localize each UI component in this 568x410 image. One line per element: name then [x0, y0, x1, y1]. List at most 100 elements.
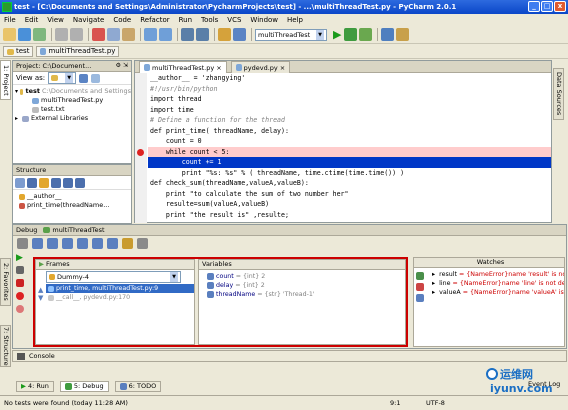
settings-icon[interactable]	[137, 237, 148, 249]
evaluate-icon[interactable]	[122, 237, 133, 249]
open-icon[interactable]	[3, 28, 16, 41]
expand-arrow-icon[interactable]: ▾	[15, 87, 18, 96]
settings-icon[interactable]	[218, 28, 231, 41]
menu-item-view[interactable]: View	[47, 14, 64, 26]
breadcrumb-file[interactable]: multiThreadTest.py	[36, 46, 120, 57]
editor-tab[interactable]: pydevd.py ×	[230, 61, 291, 74]
view-breakpoints-icon[interactable]	[16, 292, 28, 305]
expand-arrow-icon[interactable]: ▸	[432, 288, 435, 297]
group-icon[interactable]	[27, 177, 37, 188]
variable-item[interactable]: delay = {int} 2	[205, 281, 405, 290]
undo-icon[interactable]	[55, 28, 68, 41]
watch-item[interactable]: ▸ line = {NameError}name 'line' is not def	[430, 279, 564, 288]
autoscroll-icon[interactable]	[79, 73, 89, 83]
force-step-into-icon[interactable]	[77, 237, 88, 249]
tree-item[interactable]: test.txt	[15, 105, 131, 114]
expand-arrow-icon[interactable]: ▸	[432, 279, 435, 288]
menu-item-run[interactable]: Run	[179, 14, 192, 26]
code-line[interactable]: count = 0	[148, 136, 551, 147]
code-line[interactable]: resulte=sum(valueA,valueB)	[148, 199, 551, 210]
step-over-icon[interactable]	[47, 237, 58, 249]
copy-icon[interactable]	[107, 28, 120, 41]
back-icon[interactable]	[181, 28, 194, 41]
run-icon[interactable]: ▶	[333, 28, 341, 41]
header-controls[interactable]: ⚙ ⇲	[116, 61, 128, 71]
menu-item-window[interactable]: Window	[250, 14, 278, 26]
tab-structure[interactable]: 7: Structure	[0, 325, 11, 367]
vcs-icon[interactable]	[381, 28, 395, 41]
run-config-select[interactable]: multiThreadTest ▼	[255, 28, 327, 41]
code-line[interactable]: count += 1	[148, 157, 551, 168]
tree-item[interactable]: multiThreadTest.py	[15, 96, 131, 105]
code-line[interactable]: def check_sum(threadName,valueA,valueB):	[148, 178, 551, 189]
tab-debug[interactable]: 5: Debug	[59, 380, 109, 392]
code-line[interactable]: import thread	[148, 94, 551, 105]
structure-item[interactable]: __author__	[19, 192, 131, 201]
step-into-icon[interactable]	[62, 237, 73, 249]
remove-watch-icon[interactable]	[416, 283, 426, 294]
close-icon[interactable]: ×	[280, 62, 285, 74]
tab-project[interactable]: 1: Project	[0, 60, 11, 100]
variable-item[interactable]: count = {int} 2	[205, 272, 405, 281]
mute-breakpoints-icon[interactable]	[16, 305, 28, 318]
editor-tab[interactable]: multiThreadTest.py ×	[139, 61, 227, 73]
code-line[interactable]: print "%s: %s" % ( threadName, time.ctim…	[148, 168, 551, 179]
console-bar[interactable]: Console	[12, 350, 567, 362]
paste-icon[interactable]	[122, 28, 135, 41]
stop-icon[interactable]	[16, 279, 28, 292]
tab-todo[interactable]: 6: TODO	[114, 380, 162, 392]
find-icon[interactable]	[144, 28, 157, 41]
maximize-button[interactable]: □	[541, 1, 553, 12]
run-to-cursor-icon[interactable]	[107, 237, 118, 249]
thread-select[interactable]: Dummy-4 ▼	[46, 271, 181, 283]
debug-icon[interactable]	[344, 28, 358, 41]
code-line[interactable]: __author__ = 'zhangying'	[148, 73, 551, 84]
code-line[interactable]: print "to calculate the sum of two numbe…	[148, 189, 551, 200]
minimize-button[interactable]: _	[528, 1, 540, 12]
code-line[interactable]: print "the result is" ,resulte;	[148, 210, 551, 221]
pause-icon[interactable]	[16, 266, 28, 279]
frame-item[interactable]: __call__, pydevd.py:170	[46, 293, 194, 302]
file-encoding[interactable]: UTF-8	[426, 396, 445, 410]
menu-item-tools[interactable]: Tools	[201, 14, 218, 26]
fields-icon[interactable]	[39, 177, 49, 188]
show-execution-point-icon[interactable]	[32, 237, 43, 249]
tab-favorites[interactable]: 2: Favorites	[0, 258, 11, 306]
watch-item[interactable]: ▸ result = {NameError}name 'result' is not	[430, 270, 564, 279]
expand-arrow-icon[interactable]: ▸	[15, 114, 20, 123]
watch-item[interactable]: ▸ valueA = {NameError}name 'valueA' is no	[430, 288, 564, 297]
view-as-select[interactable]: ▼	[48, 72, 77, 84]
save-icon[interactable]	[18, 28, 31, 41]
code-area[interactable]: __author__ = 'zhangying' #!/usr/bin/pytho…	[148, 73, 551, 220]
forward-icon[interactable]	[196, 28, 209, 41]
expand-arrow-icon[interactable]: ▸	[432, 270, 435, 279]
cut-icon[interactable]	[92, 28, 105, 41]
menu-item-file[interactable]: File	[4, 14, 16, 26]
frame-item[interactable]: print_time, multiThreadTest.py:9	[46, 284, 194, 293]
inherited-icon[interactable]	[51, 177, 61, 188]
code-line[interactable]: #!/usr/bin/python	[148, 84, 551, 95]
close-button[interactable]: x	[554, 1, 566, 12]
tree-item[interactable]: ▾ test C:\Documents and Settings	[15, 87, 131, 96]
collapse-icon[interactable]	[91, 73, 101, 83]
structure-item[interactable]: print_time(threadName...	[19, 201, 131, 210]
menu-item-refactor[interactable]: Refactor	[140, 14, 169, 26]
code-line[interactable]: while count < 5:	[148, 146, 551, 157]
sort-icon[interactable]	[15, 177, 25, 188]
tab-run[interactable]: ▶ 4: Run	[16, 380, 54, 392]
add-watch-icon[interactable]	[416, 272, 426, 283]
tab-data-sources[interactable]: Data Sources	[553, 68, 564, 120]
menu-item-navigate[interactable]: Navigate	[73, 14, 104, 26]
coverage-icon[interactable]	[359, 28, 373, 41]
collapse-icon[interactable]	[75, 177, 85, 188]
menu-item-vcs[interactable]: VCS	[227, 14, 241, 26]
menu-item-edit[interactable]: Edit	[25, 14, 39, 26]
variable-item[interactable]: threadName = {str} 'Thread-1'	[205, 290, 405, 299]
replace-icon[interactable]	[159, 28, 172, 41]
breakpoint-icon[interactable]	[137, 149, 144, 156]
resume-icon[interactable]: ▶	[16, 253, 28, 266]
sync-icon[interactable]	[33, 28, 46, 41]
expand-icon[interactable]	[63, 177, 73, 188]
code-line[interactable]: # Define a function for the thread	[148, 115, 551, 126]
help-icon[interactable]	[396, 28, 410, 41]
